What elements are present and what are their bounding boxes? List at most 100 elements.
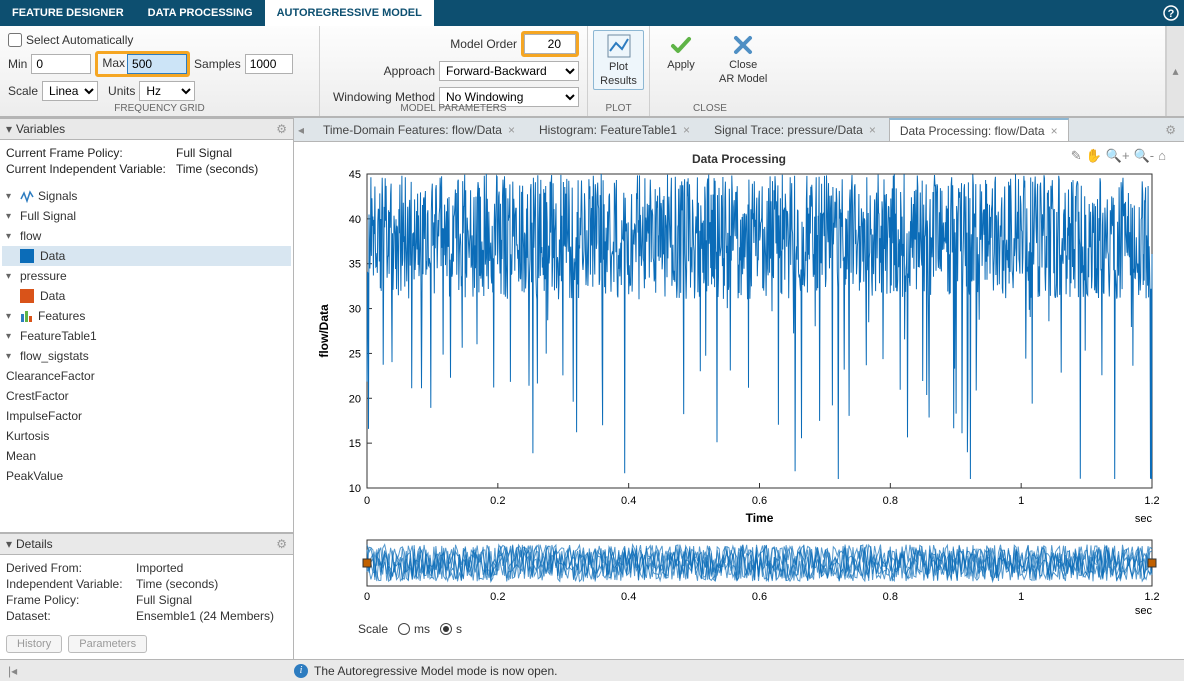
- approach-label: Approach: [384, 64, 435, 78]
- tree-pressure[interactable]: ▾pressure: [2, 266, 291, 286]
- svg-text:sec: sec: [1135, 513, 1153, 525]
- scale-ms-radio[interactable]: ms: [398, 622, 430, 636]
- windowing-label: Windowing Method: [333, 90, 435, 104]
- scale-selector: Scale ms s: [312, 616, 1166, 638]
- zoom-out-icon[interactable]: 🔍-: [1134, 148, 1155, 164]
- svg-text:flow/Data: flow/Data: [317, 304, 331, 358]
- tab-feature-designer[interactable]: FEATURE DESIGNER: [0, 0, 136, 26]
- history-button[interactable]: History: [6, 635, 62, 653]
- tab-autoregressive-model[interactable]: AUTOREGRESSIVE MODEL: [265, 0, 434, 26]
- close-ar-model-button[interactable]: Close AR Model: [712, 30, 774, 88]
- model-params-group: Model Order Approach Forward-Backward Wi…: [320, 26, 588, 116]
- sidebar-toggle-icon[interactable]: |◂: [8, 664, 17, 678]
- samples-label: Samples: [194, 57, 241, 71]
- gear-icon[interactable]: ⚙: [276, 537, 287, 551]
- tree-features[interactable]: ▾Features: [2, 306, 291, 326]
- tree-featuretable1[interactable]: ▾FeatureTable1: [2, 326, 291, 346]
- close-icon[interactable]: ×: [869, 123, 876, 137]
- close-icon[interactable]: ×: [508, 123, 515, 137]
- svg-text:15: 15: [349, 438, 361, 450]
- svg-text:1: 1: [1018, 495, 1024, 507]
- svg-text:30: 30: [349, 304, 361, 316]
- svg-text:?: ?: [1168, 8, 1175, 20]
- samples-input[interactable]: [245, 54, 293, 74]
- tree-pressure-data[interactable]: Data: [2, 286, 291, 306]
- freq-grid-group: Select Automatically Min Max Samples Sca…: [0, 26, 320, 116]
- svg-text:0.6: 0.6: [752, 591, 767, 603]
- legend-swatch-icon: [20, 289, 34, 303]
- close-group: Apply Close AR Model CLOSE: [650, 26, 1166, 116]
- apply-button[interactable]: Apply: [658, 30, 704, 88]
- min-label: Min: [8, 57, 27, 71]
- tree-item[interactable]: Mean: [2, 446, 291, 466]
- scale-s-radio[interactable]: s: [440, 622, 462, 636]
- brush-icon[interactable]: ✎: [1071, 148, 1082, 164]
- tree-item[interactable]: ClearanceFactor: [2, 366, 291, 386]
- signals-tree[interactable]: ▾Signals ▾Full Signal ▾flow Data ▾pressu…: [0, 182, 293, 532]
- scale-label: Scale: [8, 84, 38, 98]
- select-automatically-checkbox[interactable]: [8, 33, 22, 47]
- tree-item[interactable]: Kurtosis: [2, 426, 291, 446]
- close-icon: [731, 33, 755, 57]
- plot-icon: [606, 33, 632, 59]
- parameters-button[interactable]: Parameters: [68, 635, 147, 653]
- doctab-data-processing[interactable]: Data Processing: flow/Data×: [889, 118, 1069, 141]
- main-chart[interactable]: 101520253035404500.20.40.60.811.2flow/Da…: [312, 168, 1162, 528]
- svg-text:0: 0: [364, 591, 370, 603]
- max-input[interactable]: [127, 54, 187, 74]
- approach-select[interactable]: Forward-Backward: [439, 61, 579, 81]
- svg-text:0.4: 0.4: [621, 495, 636, 507]
- plot-grouplabel: PLOT: [588, 103, 649, 114]
- ribbon: Select Automatically Min Max Samples Sca…: [0, 26, 1184, 118]
- svg-text:1: 1: [1018, 591, 1024, 603]
- features-icon: [20, 309, 34, 323]
- doctab-time-domain[interactable]: Time-Domain Features: flow/Data×: [312, 118, 526, 141]
- units-select[interactable]: Hz: [139, 81, 195, 101]
- variables-info: Current Frame Policy:Full Signal Current…: [0, 140, 293, 182]
- doctab-histogram[interactable]: Histogram: FeatureTable1×: [528, 118, 701, 141]
- details-header[interactable]: ▾ Details ⚙: [0, 533, 293, 555]
- svg-text:0.4: 0.4: [621, 591, 636, 603]
- plot-area: ✎ ✋ 🔍+ 🔍- ⌂ Data Processing 101520253035…: [294, 142, 1184, 659]
- svg-text:0.6: 0.6: [752, 495, 767, 507]
- close-icon[interactable]: ×: [1051, 124, 1058, 138]
- gear-icon[interactable]: ⚙: [1157, 118, 1184, 141]
- tree-flow[interactable]: ▾flow: [2, 226, 291, 246]
- doctab-signal-trace[interactable]: Signal Trace: pressure/Data×: [703, 118, 887, 141]
- overview-chart[interactable]: 00.20.40.60.811.2sec: [312, 536, 1162, 616]
- svg-text:40: 40: [349, 214, 361, 226]
- tree-signals[interactable]: ▾Signals: [2, 186, 291, 206]
- tree-item[interactable]: CrestFactor: [2, 386, 291, 406]
- units-label: Units: [108, 84, 135, 98]
- tree-flow-sigstats[interactable]: ▾flow_sigstats: [2, 346, 291, 366]
- svg-text:0.8: 0.8: [883, 591, 898, 603]
- pan-icon[interactable]: ✋: [1086, 148, 1102, 164]
- close-icon[interactable]: ×: [683, 123, 690, 137]
- tab-scroll-left[interactable]: ◂: [298, 118, 312, 141]
- close-grouplabel: CLOSE: [650, 103, 770, 114]
- plot-results-button[interactable]: Plot Results: [593, 30, 644, 90]
- svg-text:0.8: 0.8: [883, 495, 898, 507]
- help-icon[interactable]: ?: [1158, 0, 1184, 26]
- tree-item[interactable]: ImpulseFactor: [2, 406, 291, 426]
- min-input[interactable]: [31, 54, 91, 74]
- variables-header[interactable]: ▾ Variables ⚙: [0, 118, 293, 140]
- tree-item[interactable]: PeakValue: [2, 466, 291, 486]
- home-icon[interactable]: ⌂: [1158, 148, 1166, 164]
- zoom-in-icon[interactable]: 🔍+: [1106, 148, 1130, 164]
- tree-flow-data[interactable]: Data: [2, 246, 291, 266]
- svg-text:sec: sec: [1135, 605, 1153, 616]
- details-body: Derived From:Imported Independent Variab…: [0, 555, 293, 629]
- tab-data-processing[interactable]: DATA PROCESSING: [136, 0, 265, 26]
- status-bar: |◂ i The Autoregressive Model mode is no…: [0, 659, 1184, 681]
- tree-full-signal[interactable]: ▾Full Signal: [2, 206, 291, 226]
- model-order-input[interactable]: [524, 34, 576, 54]
- scale-select[interactable]: Linear: [42, 81, 98, 101]
- svg-text:25: 25: [349, 348, 361, 360]
- plot-group: Plot Results PLOT: [588, 26, 650, 116]
- gear-icon[interactable]: ⚙: [276, 122, 287, 136]
- svg-text:1.2: 1.2: [1144, 495, 1159, 507]
- model-params-grouplabel: MODEL PARAMETERS: [320, 103, 587, 114]
- collapse-ribbon-button[interactable]: ▴: [1166, 26, 1184, 116]
- legend-swatch-icon: [20, 249, 34, 263]
